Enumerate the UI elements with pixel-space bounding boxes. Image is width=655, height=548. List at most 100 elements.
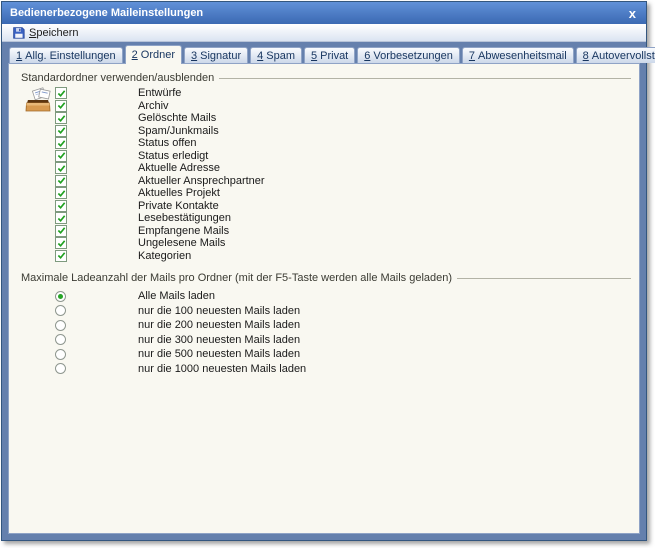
load-option-label: nur die 300 neuesten Mails laden [138,334,300,346]
tab-8-autovervollst-ndigung[interactable]: 8 Autovervollständigung [576,47,655,63]
tab-5-privat[interactable]: 5 Privat [304,47,355,63]
tab-label: Allg. Einstellungen [25,50,116,62]
floppy-disk-icon [12,26,25,39]
tab-label: Spam [266,50,295,62]
folder-label: Status offen [138,137,197,149]
radio-button[interactable] [55,334,66,345]
folder-label: Ungelesene Mails [138,237,225,249]
checkbox[interactable] [55,112,67,124]
folder-checkbox-row[interactable]: Archiv [54,100,631,113]
radio-button[interactable] [55,363,66,374]
tab-mnemonic: 3 [191,50,197,62]
load-section-title: Maximale Ladeanzahl der Mails pro Ordner… [21,272,452,284]
save-button-label: Speichern [29,27,79,39]
folder-checkbox-row[interactable]: Aktuelle Adresse [54,162,631,175]
tab-4-spam[interactable]: 4 Spam [250,47,302,63]
tab-frame: 1 Allg. Einstellungen 2 Ordner 3 Signatu… [2,42,646,540]
settings-window: Bedienerbezogene Maileinstellungen x Spe… [1,1,647,541]
folder-label: Status erledigt [138,150,208,162]
load-options-list: Alle Mails laden nur die 100 neuesten Ma… [21,289,631,376]
folder-checkbox-row[interactable]: Status erledigt [54,150,631,163]
checkbox[interactable] [55,200,67,212]
folders-group: Entwürfe Archiv Gelöschte Mails Spam/Jun… [21,87,631,262]
load-option-row[interactable]: nur die 300 neuesten Mails laden [55,333,631,348]
close-icon[interactable]: x [627,7,638,20]
toolbar: Speichern [2,24,646,42]
folder-label: Spam/Junkmails [138,125,219,137]
load-option-row[interactable]: nur die 200 neuesten Mails laden [55,318,631,333]
radio-button[interactable] [55,320,66,331]
tab-mnemonic: 4 [257,50,263,62]
folder-label: Lesebestätigungen [138,212,231,224]
folder-checkbox-row[interactable]: Private Kontakte [54,200,631,213]
load-option-label: nur die 1000 neuesten Mails laden [138,363,306,375]
load-option-label: Alle Mails laden [138,290,215,302]
folder-label: Aktuelles Projekt [138,187,220,199]
checkbox[interactable] [55,187,67,199]
tab-7-abwesenheitsmail[interactable]: 7 Abwesenheitsmail [462,47,574,63]
tab-6-vorbesetzungen[interactable]: 6 Vorbesetzungen [357,47,460,63]
window-title: Bedienerbezogene Maileinstellungen [10,7,203,19]
folder-checkbox-row[interactable]: Entwürfe [54,87,631,100]
checkbox[interactable] [55,162,67,174]
folder-checkbox-row[interactable]: Status offen [54,137,631,150]
folder-checkbox-row[interactable]: Lesebestätigungen [54,212,631,225]
save-button[interactable]: Speichern [8,25,83,40]
load-option-label: nur die 200 neuesten Mails laden [138,319,300,331]
folder-checkbox-row[interactable]: Ungelesene Mails [54,237,631,250]
checkbox[interactable] [55,212,67,224]
folder-checkbox-row[interactable]: Empfangene Mails [54,225,631,238]
section-divider [219,78,631,79]
folder-checkbox-row[interactable]: Kategorien [54,250,631,263]
folders-section-title: Standardordner verwenden/ausblenden [21,72,214,84]
tab-2-ordner[interactable]: 2 Ordner [125,45,182,64]
folder-label: Kategorien [138,250,191,262]
load-option-row[interactable]: Alle Mails laden [55,289,631,304]
checkbox[interactable] [55,87,67,99]
tab-label: Signatur [200,50,241,62]
folder-checkbox-list: Entwürfe Archiv Gelöschte Mails Spam/Jun… [54,87,631,262]
tab-label: Vorbesetzungen [373,50,453,62]
folder-checkbox-row[interactable]: Aktuelles Projekt [54,187,631,200]
folder-label: Gelöschte Mails [138,112,216,124]
load-option-row[interactable]: nur die 1000 neuesten Mails laden [55,362,631,377]
section-divider [457,278,631,279]
tab-1-allg-einstellungen[interactable]: 1 Allg. Einstellungen [9,47,123,63]
load-section-header: Maximale Ladeanzahl der Mails pro Ordner… [21,272,631,284]
checkbox[interactable] [55,250,67,262]
tab-label: Ordner [141,49,175,61]
folder-checkbox-row[interactable]: Aktueller Ansprechpartner [54,175,631,188]
checkbox[interactable] [55,100,67,112]
folder-checkbox-row[interactable]: Gelöschte Mails [54,112,631,125]
checkbox[interactable] [55,137,67,149]
tab-label: Autovervollständigung [592,50,655,62]
radio-button[interactable] [55,305,66,316]
tab-mnemonic: 2 [132,49,138,61]
tab-content-ordner: Standardordner verwenden/ausblenden [8,63,640,534]
checkbox[interactable] [55,175,67,187]
tab-mnemonic: 8 [583,50,589,62]
folder-label: Archiv [138,100,169,112]
folder-checkbox-row[interactable]: Spam/Junkmails [54,125,631,138]
folder-label: Private Kontakte [138,200,219,212]
radio-button[interactable] [55,291,66,302]
tab-mnemonic: 5 [311,50,317,62]
folder-label: Aktueller Ansprechpartner [138,175,265,187]
tab-label: Privat [320,50,348,62]
tab-mnemonic: 6 [364,50,370,62]
checkbox[interactable] [55,125,67,137]
folder-label: Empfangene Mails [138,225,229,237]
title-bar: Bedienerbezogene Maileinstellungen x [2,2,646,24]
radio-button[interactable] [55,349,66,360]
tab-label: Abwesenheitsmail [478,50,567,62]
load-option-row[interactable]: nur die 100 neuesten Mails laden [55,304,631,319]
tab-3-signatur[interactable]: 3 Signatur [184,47,248,63]
load-option-row[interactable]: nur die 500 neuesten Mails laden [55,347,631,362]
tab-mnemonic: 7 [469,50,475,62]
folder-label: Entwürfe [138,87,181,99]
checkbox[interactable] [55,237,67,249]
checkbox[interactable] [55,150,67,162]
checkbox[interactable] [55,225,67,237]
folder-label: Aktuelle Adresse [138,162,220,174]
tab-strip: 1 Allg. Einstellungen 2 Ordner 3 Signatu… [8,42,640,63]
